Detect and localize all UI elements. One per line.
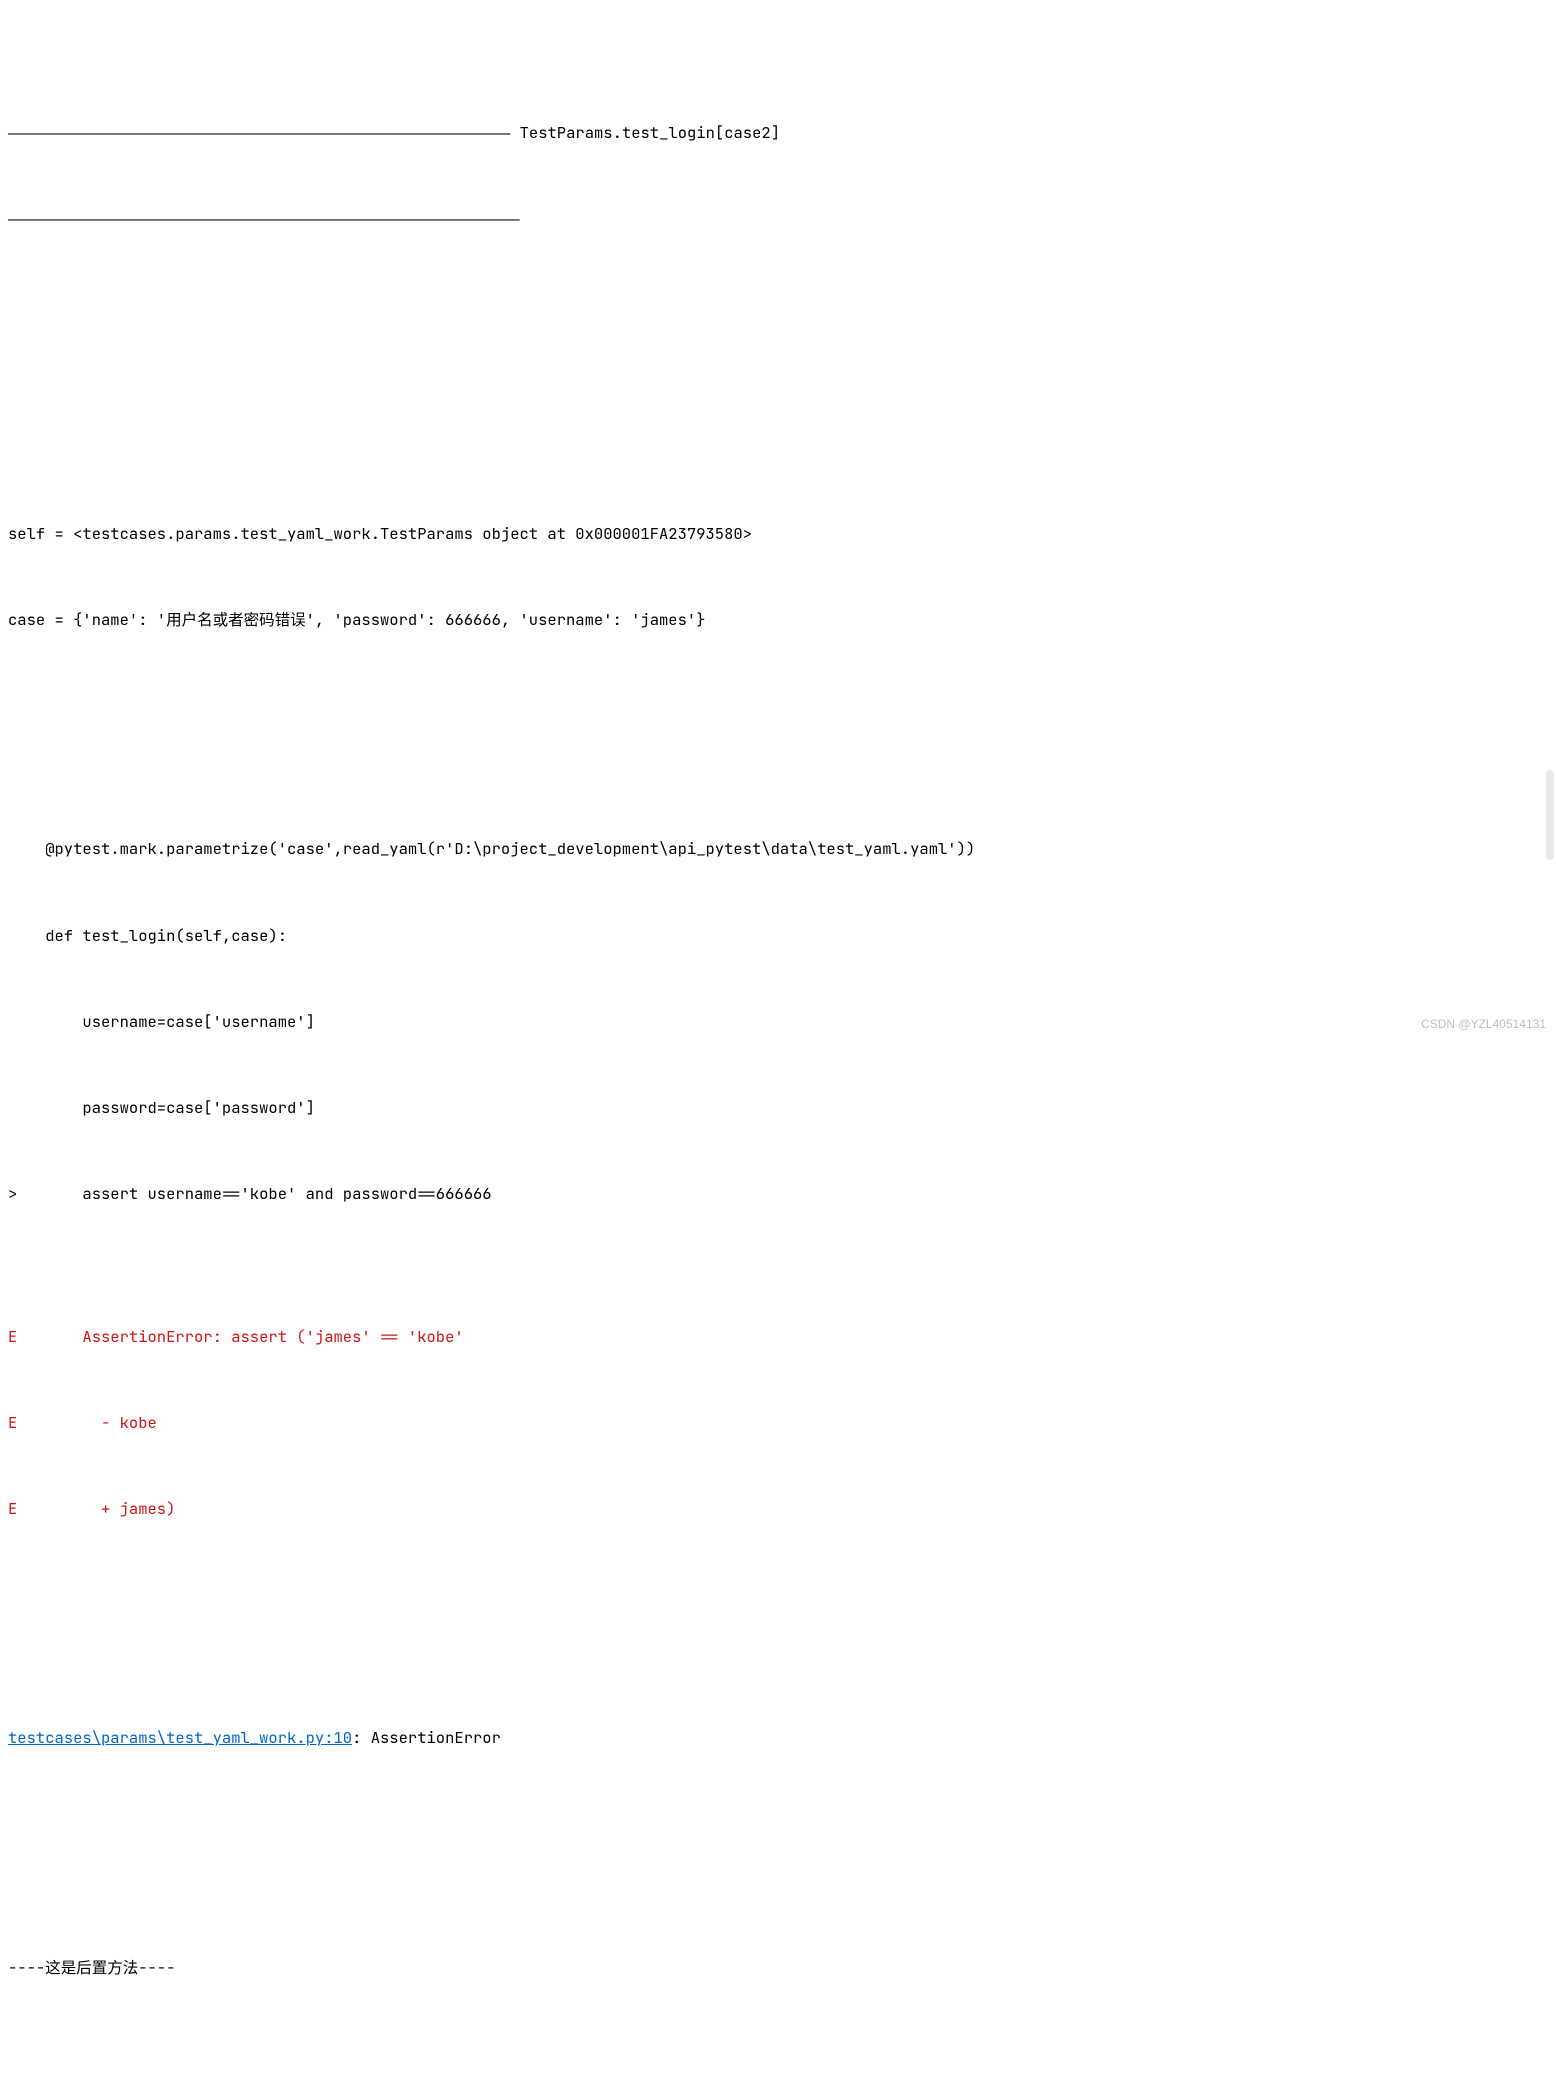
watermark: CSDN @YZL40514131 xyxy=(1421,1013,1546,1035)
blank-line xyxy=(8,291,1548,320)
trace-suffix: : AssertionError xyxy=(352,1727,501,1748)
trace-line: testcases\params\test_yaml_work.py:10: A… xyxy=(8,1724,1548,1753)
section-header: ――――――――――――――――――――――――――――――――――――――――… xyxy=(8,119,1548,148)
error-line: E - kobe xyxy=(8,1409,1548,1438)
blank-line xyxy=(8,1581,1548,1610)
case-repr: case = {'name': '用户名或者密码错误', 'password':… xyxy=(8,606,1548,635)
terminal-output: ――――――――――――――――――――――――――――――――――――――――… xyxy=(0,0,1556,2082)
dash-bottom: ――――――――――――――――――――――――――――――――――――――――… xyxy=(8,205,1548,234)
scrollbar[interactable] xyxy=(1546,770,1554,860)
code-line: username=case['username'] xyxy=(8,1008,1548,1037)
error-line: E + james) xyxy=(8,1495,1548,1524)
blank-line xyxy=(8,1810,1548,1839)
code-line: password=case['password'] xyxy=(8,1094,1548,1123)
trace-file-link[interactable]: testcases\params\test_yaml_work.py:10 xyxy=(8,1727,352,1748)
section-title: TestParams.test_login[case2] xyxy=(510,122,789,143)
blank-line xyxy=(8,377,1548,406)
self-repr: self = <testcases.params.test_yaml_work.… xyxy=(8,520,1548,549)
code-line-assert: > assert username=='kobe' and password==… xyxy=(8,1180,1548,1209)
blank-line xyxy=(8,692,1548,721)
code-line: @pytest.mark.parametrize('case',read_yam… xyxy=(8,835,1548,864)
teardown-line: ----这是后置方法---- xyxy=(8,1954,1548,1983)
dash-left: ――――――――――――――――――――――――――――――――――――――――… xyxy=(8,122,510,143)
code-line: def test_login(self,case): xyxy=(8,922,1548,951)
error-line: E AssertionError: assert ('james' == 'ko… xyxy=(8,1323,1548,1352)
